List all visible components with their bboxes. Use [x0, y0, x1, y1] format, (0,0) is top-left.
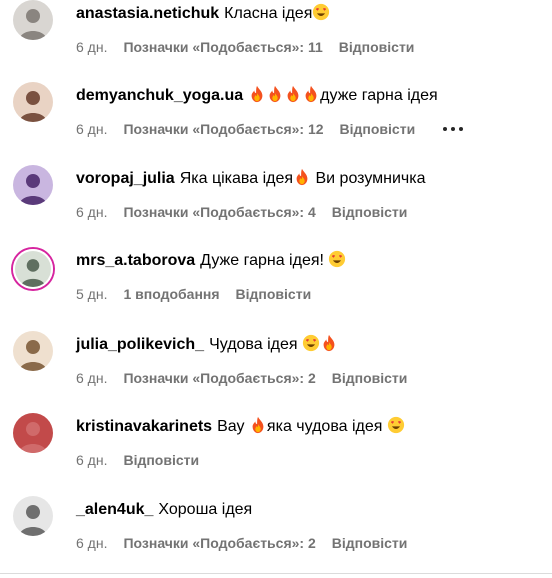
comment-meta: 6 дн. Позначки «Подобається»: 2 Відповісти [76, 369, 423, 387]
fire-emoji-icon [284, 85, 302, 103]
fire-emoji-icon [320, 334, 338, 352]
comment-text: дуже гарна ідея [248, 85, 438, 104]
reply-button[interactable]: Відповісти [332, 535, 408, 551]
avatar[interactable] [13, 413, 53, 453]
likes-count-button[interactable]: Позначки «Подобається»: 2 [123, 370, 315, 386]
comment-text: Яка цікава ідея Ви розумничка [179, 168, 426, 187]
comment-body: kristinavakarinets Вау яка чудова ідея [76, 413, 405, 441]
comment-text: Класна ідея [224, 3, 330, 22]
comment-time[interactable]: 6 дн. [76, 370, 107, 386]
fire-emoji-icon [266, 85, 284, 103]
fire-emoji-icon [302, 85, 320, 103]
comment-item: kristinavakarinets Вау яка чудова ідея 6 … [0, 413, 552, 495]
comment-body: julia_polikevich_ Чудова ідея [76, 331, 338, 359]
divider [0, 573, 552, 574]
avatar[interactable] [13, 249, 53, 289]
avatar[interactable] [13, 0, 53, 40]
likes-count-button[interactable]: Позначки «Подобається»: 11 [123, 39, 322, 55]
comment-text-part: Ви розумничка [311, 170, 426, 187]
comment-text: Вау яка чудова ідея [217, 416, 405, 435]
comment-text-part: Вау [217, 418, 249, 435]
username-link[interactable]: demyanchuk_yoga.ua [76, 87, 243, 104]
comment-meta: 6 дн. Відповісти [76, 451, 215, 469]
comment-item: voropaj_julia Яка цікава ідея Ви розумнич… [0, 165, 552, 247]
comment-text: Хороша ідея [158, 501, 252, 518]
comment-body: mrs_a.taborova Дуже гарна ідея! [76, 247, 346, 275]
comment-text-part: яка чудова ідея [266, 418, 387, 435]
comment-time[interactable]: 6 дн. [76, 204, 107, 220]
username-link[interactable]: julia_polikevich_ [76, 336, 204, 353]
likes-count-button[interactable]: Позначки «Подобається»: 12 [123, 121, 323, 137]
reply-button[interactable]: Відповісти [236, 286, 312, 302]
comment-item: anastasia.netichuk Класна ідея 6 дн. Познач… [0, 0, 552, 82]
avatar[interactable] [13, 331, 53, 371]
likes-count-button[interactable]: 1 вподобання [123, 286, 219, 302]
comment-text: Дуже гарна ідея! [200, 250, 346, 269]
comment-meta: 5 дн. 1 вподобання Відповісти [76, 285, 327, 303]
comment-text-part: Дуже гарна ідея! [200, 252, 329, 269]
avatar[interactable] [13, 82, 53, 122]
likes-count-button[interactable]: Позначки «Подобається»: 4 [123, 204, 315, 220]
comment-meta: 6 дн. Позначки «Подобається»: 2 Відповісти [76, 534, 423, 552]
more-options-icon[interactable] [443, 120, 465, 138]
reply-button[interactable]: Відповісти [340, 121, 416, 137]
heart-eyes-emoji-icon [328, 250, 346, 268]
comment-time[interactable]: 6 дн. [76, 535, 107, 551]
comment-meta: 6 дн. Позначки «Подобається»: 4 Відповісти [76, 203, 423, 221]
fire-emoji-icon [249, 416, 267, 434]
comment-time[interactable]: 6 дн. [76, 452, 107, 468]
reply-button[interactable]: Відповісти [332, 204, 408, 220]
username-link[interactable]: anastasia.netichuk [76, 5, 219, 22]
username-link[interactable]: mrs_a.taborova [76, 252, 195, 269]
comment-body: demyanchuk_yoga.ua дуже гарна ідея [76, 82, 438, 110]
comment-body: anastasia.netichuk Класна ідея [76, 0, 330, 28]
reply-button[interactable]: Відповісти [332, 370, 408, 386]
comments-list: anastasia.netichuk Класна ідея 6 дн. Познач… [0, 0, 552, 577]
username-link[interactable]: voropaj_julia [76, 170, 175, 187]
reply-button[interactable]: Відповісти [123, 452, 199, 468]
avatar[interactable] [13, 165, 53, 205]
comment-item: _alen4uk_ Хороша ідея 6 дн. Позначки «Подоб… [0, 496, 552, 578]
username-link[interactable]: _alen4uk_ [76, 501, 153, 518]
comment-text-part: Чудова ідея [209, 336, 302, 353]
heart-eyes-emoji-icon [387, 416, 405, 434]
heart-eyes-emoji-icon [312, 3, 330, 21]
avatar[interactable] [13, 496, 53, 536]
comment-item: julia_polikevich_ Чудова ідея 6 дн. Познач… [0, 331, 552, 413]
comment-text: Чудова ідея [209, 334, 338, 353]
likes-count-button[interactable]: Позначки «Подобається»: 2 [123, 535, 315, 551]
comment-meta: 6 дн. Позначки «Подобається»: 11 Відповіст… [76, 38, 430, 56]
comment-text-part: Хороша ідея [158, 501, 253, 518]
comment-text-part: дуже гарна ідея [320, 87, 438, 104]
comment-text-part: Яка цікава ідея [179, 170, 294, 187]
comment-item: demyanchuk_yoga.ua дуже гарна ідея 6 дн. По… [0, 82, 552, 164]
reply-button[interactable]: Відповісти [339, 39, 415, 55]
heart-eyes-emoji-icon [302, 334, 320, 352]
comment-time[interactable]: 6 дн. [76, 121, 107, 137]
comment-body: _alen4uk_ Хороша ідея [76, 496, 252, 524]
username-link[interactable]: kristinavakarinets [76, 418, 212, 435]
comment-meta: 6 дн. Позначки «Подобається»: 12 Відповіст… [76, 120, 431, 138]
comment-item: mrs_a.taborova Дуже гарна ідея! 5 дн. 1 вп… [0, 247, 552, 329]
comment-body: voropaj_julia Яка цікава ідея Ви розумнич… [76, 165, 426, 193]
comment-time[interactable]: 5 дн. [76, 286, 107, 302]
comment-text-part: Класна ідея [224, 5, 313, 22]
fire-emoji-icon [248, 85, 266, 103]
fire-emoji-icon [293, 168, 311, 186]
comment-time[interactable]: 6 дн. [76, 39, 107, 55]
